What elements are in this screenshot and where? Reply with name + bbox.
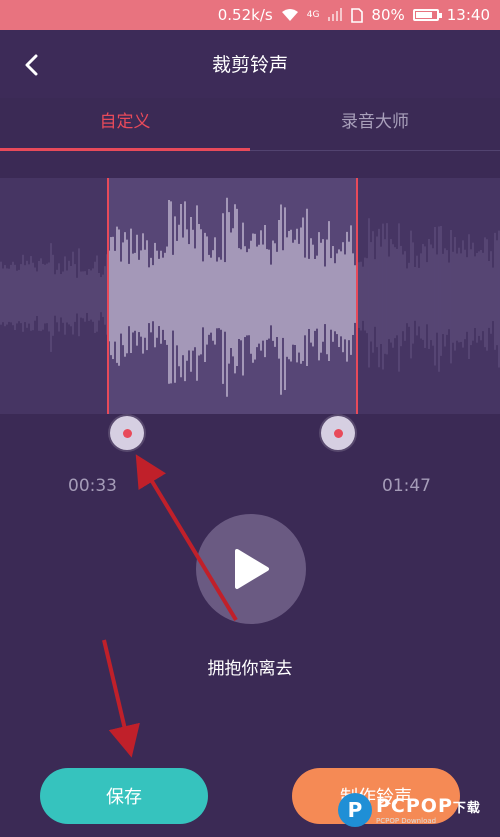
watermark-logo: P [338,793,372,827]
app-header: 裁剪铃声 [0,30,500,98]
start-handle[interactable] [110,416,144,450]
tab-bar: 自定义 录音大师 [0,98,500,150]
end-marker-line [356,178,358,414]
status-bar: 0.52k/s 4G 80% 13:40 [0,0,500,30]
wifi-icon [281,8,299,22]
clock: 13:40 [446,6,490,24]
watermark: P PCPOP下载 PCPOP Download [338,784,500,836]
watermark-sub: PCPOP Download [376,817,437,825]
waveform-panel[interactable] [0,178,500,414]
watermark-suffix: 下载 [452,801,481,816]
unselected-region-right [358,178,500,414]
signal-icon [327,8,343,22]
watermark-text: PCPOP [376,795,453,817]
sim-icon [351,7,364,23]
play-icon [235,549,269,589]
start-handle-dot [122,428,132,438]
tab-recording-master[interactable]: 录音大师 [250,98,500,150]
end-handle-dot [333,428,343,438]
network-type: 4G [306,10,320,20]
network-speed: 0.52k/s [217,6,273,24]
end-handle[interactable] [321,416,355,450]
active-tab-indicator [0,148,250,151]
page-title: 裁剪铃声 [211,54,288,76]
end-time: 01:47 [382,476,431,496]
start-marker-line [107,178,109,414]
tab-custom[interactable]: 自定义 [0,98,250,150]
battery-icon [412,9,442,21]
unselected-region-left [0,178,108,414]
play-button[interactable] [196,514,306,624]
battery-percent: 80% [371,6,405,24]
save-button[interactable]: 保存 [40,768,208,824]
start-time: 00:33 [68,476,117,496]
song-title: 拥抱你离去 [207,659,293,679]
